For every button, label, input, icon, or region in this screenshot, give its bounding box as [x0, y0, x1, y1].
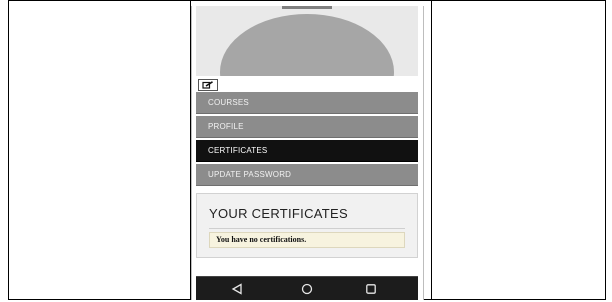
- home-circle-icon: [301, 283, 313, 295]
- android-nav-bar: [196, 276, 418, 300]
- avatar: [220, 14, 394, 76]
- back-button[interactable]: [230, 282, 244, 296]
- recent-apps-square-icon: [366, 284, 376, 294]
- menu-item-update-password[interactable]: UPDATE PASSWORD: [196, 164, 418, 186]
- certificates-title: YOUR CERTIFICATES: [209, 206, 348, 221]
- avatar-top-bar: [282, 6, 332, 9]
- side-menu: COURSES PROFILE CERTIFICATES UPDATE PASS…: [196, 92, 418, 188]
- profile-header: [196, 6, 418, 76]
- no-certifications-message: You have no certifications.: [209, 232, 405, 248]
- menu-item-courses[interactable]: COURSES: [196, 92, 418, 114]
- certificates-divider: [209, 228, 405, 229]
- menu-item-profile[interactable]: PROFILE: [196, 116, 418, 138]
- edit-icon: [202, 81, 213, 89]
- certificates-card: YOUR CERTIFICATES You have no certificat…: [196, 193, 418, 258]
- back-triangle-icon: [231, 283, 242, 295]
- phone-screenshot: COURSES PROFILE CERTIFICATES UPDATE PASS…: [191, 6, 424, 300]
- recent-apps-button[interactable]: [364, 282, 378, 296]
- edit-profile-button[interactable]: [198, 79, 218, 91]
- menu-item-certificates[interactable]: CERTIFICATES: [196, 140, 418, 162]
- table-divider-right: [431, 1, 432, 299]
- home-button[interactable]: [300, 282, 314, 296]
